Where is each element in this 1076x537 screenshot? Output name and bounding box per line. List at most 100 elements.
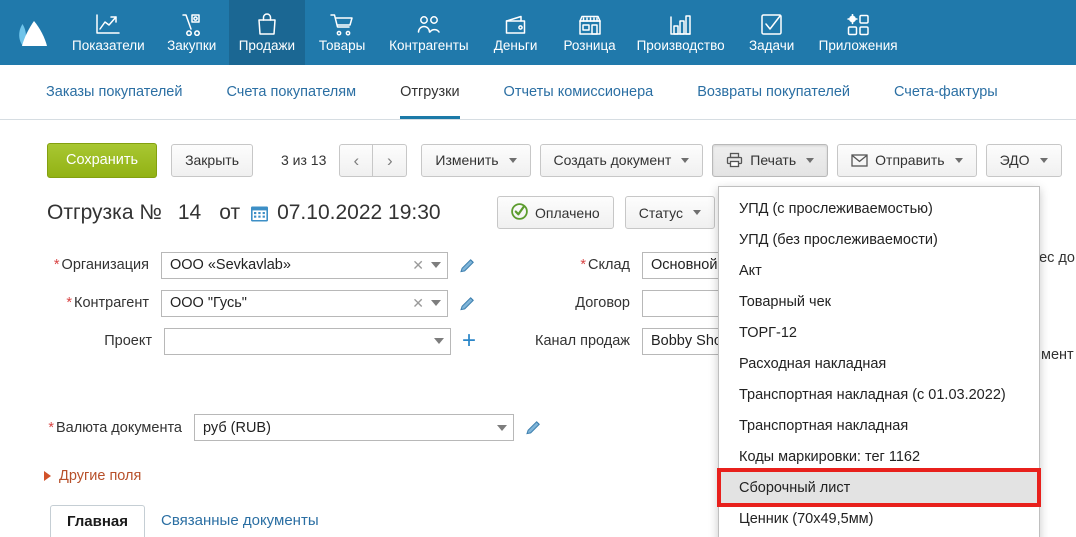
nav-item-7[interactable]: Розница [553,0,627,65]
edit-pencil-icon[interactable] [459,257,476,274]
nav-item-label: Розница [563,39,615,54]
nav-item-6[interactable]: Деньги [479,0,553,65]
currency-value: руб (RUB) [203,420,497,436]
document-status-row: Оплачено Статус [497,196,715,229]
change-menu-label: Изменить [435,152,498,168]
chevron-down-icon [1040,158,1048,163]
chevron-down-icon[interactable] [431,262,441,268]
nav-item-label: Закупки [167,39,216,54]
field-input[interactable] [164,328,451,355]
section-tab-3[interactable]: Отгрузки [378,65,481,119]
print-menu-item-label: Расходная накладная [739,356,886,372]
edo-label: ЭДО [1000,152,1030,168]
print-menu-item-6[interactable]: Расходная накладная [719,348,1039,379]
section-tab-6[interactable]: Счета-фактуры [872,65,1020,119]
top-navigation-bar: Показатели Закупки ПродажиТоварыКонтрагент… [0,0,1076,65]
print-menu-item-label: Транспортная накладная (с 01.03.2022) [739,387,1006,403]
shopping-bag-icon [255,10,279,36]
next-record-button[interactable]: › [373,144,407,177]
apps-grid-icon [847,10,870,36]
print-menu-item-1[interactable]: УПД (с прослеживаемостью) [719,193,1039,224]
print-button[interactable]: Печать [712,144,828,177]
field-control: ООО "Гусь"✕ [161,290,448,317]
nav-item-8[interactable]: Производство [627,0,735,65]
bottom-tabs: Главная Связанные документы [50,505,335,537]
wallet-icon [504,10,527,36]
edo-button[interactable]: ЭДО [986,144,1062,177]
document-datetime[interactable]: 07.10.2022 19:30 [277,201,441,225]
currency-label-text: Валюта документа [56,420,182,436]
section-tab-5[interactable]: Возвраты покупателей [675,65,872,119]
print-menu-item-8[interactable]: Транспортная накладная [719,410,1039,441]
field-label-text: Организация [62,257,149,273]
field-label-text: Склад [588,257,630,273]
nav-item-10[interactable]: Приложения [809,0,908,65]
printer-icon [726,152,743,168]
clear-icon[interactable]: ✕ [412,295,424,312]
status-button[interactable]: Статус [625,196,715,229]
print-menu-item-11[interactable]: Ценник (70x49,5мм) [719,503,1039,534]
nav-item-1[interactable]: Показатели [62,0,155,65]
print-menu-item-label: Товарный чек [739,294,831,310]
nav-item-3[interactable]: Продажи [229,0,305,65]
record-counter: 3 из 13 [281,152,326,168]
document-number[interactable]: 14 [178,201,201,225]
bottom-tab-2[interactable]: Связанные документы [145,505,335,537]
calendar-icon[interactable] [250,204,269,223]
form-row-3: Проект+ [36,322,476,360]
field-input[interactable]: ООО «Sevkavlab»✕ [161,252,448,279]
chevron-down-icon[interactable] [431,300,441,306]
previous-record-button[interactable]: ‹ [339,144,373,177]
chevron-down-icon [806,158,814,163]
top-nav-items: Показатели Закупки ПродажиТоварыКонтрагент… [62,0,1076,65]
currency-input[interactable]: руб (RUB) [194,414,514,441]
shopping-cart-icon [330,10,354,36]
section-tabs: Заказы покупателейСчета покупателямОтгру… [0,65,1076,120]
nav-item-2[interactable]: Закупки [155,0,229,65]
field-control [164,328,451,355]
nav-item-9[interactable]: Задачи [735,0,809,65]
print-menu-item-3[interactable]: Акт [719,255,1039,286]
section-tab-1[interactable]: Заказы покупателей [24,65,204,119]
section-tab-4[interactable]: Отчеты комиссионера [482,65,676,119]
bottom-tab-1[interactable]: Главная [50,505,145,537]
edit-currency-pencil-icon[interactable] [525,419,542,436]
hand-truck-icon [179,10,205,36]
section-tab-2[interactable]: Счета покупателям [204,65,378,119]
print-menu-item-5[interactable]: ТОРГ-12 [719,317,1039,348]
app-root: Показатели Закупки ПродажиТоварыКонтрагент… [0,0,1076,537]
document-header: Отгрузка № 14 от 07.10.2022 19:30 [47,193,441,233]
create-document-button[interactable]: Создать документ [540,144,704,177]
paid-badge[interactable]: Оплачено [497,196,614,229]
chevron-down-icon[interactable] [434,338,444,344]
chevron-down-icon [693,210,701,215]
close-button[interactable]: Закрыть [171,144,253,177]
print-menu-item-4[interactable]: Товарный чек [719,286,1039,317]
change-menu-button[interactable]: Изменить [421,144,530,177]
form-row-2: *КонтрагентООО "Гусь"✕ [36,284,476,322]
chevron-down-icon[interactable] [497,425,507,431]
print-menu-item-9[interactable]: Коды маркировки: тег 1162 [719,441,1039,472]
moysklad-logo[interactable] [0,0,62,65]
save-button[interactable]: Сохранить [47,143,157,178]
bottom-tab-label: Главная [67,513,128,530]
add-icon[interactable]: + [462,329,476,353]
send-button[interactable]: Отправить [837,144,976,177]
checkbox-icon [760,10,783,36]
form-row-1: *ОрганизацияООО «Sevkavlab»✕ [36,246,476,284]
print-menu-item-label: УПД (с прослеживаемостью) [739,201,933,217]
other-fields-toggle[interactable]: Другие поля [44,468,141,484]
print-menu-item-wrapper-3: Акт [719,255,1039,286]
edit-pencil-icon[interactable] [459,295,476,312]
required-marker: * [580,257,586,273]
nav-item-4[interactable]: Товары [305,0,379,65]
nav-item-label: Показатели [72,39,145,54]
chevron-right-icon: › [387,152,393,169]
print-menu-item-wrapper-10: Сборочный лист [719,472,1039,503]
nav-item-5[interactable]: Контрагенты [379,0,479,65]
field-input[interactable]: ООО "Гусь"✕ [161,290,448,317]
print-menu-item-10[interactable]: Сборочный лист [719,472,1039,503]
print-menu-item-2[interactable]: УПД (без прослеживаемости) [719,224,1039,255]
print-menu-item-7[interactable]: Транспортная накладная (с 01.03.2022) [719,379,1039,410]
clear-icon[interactable]: ✕ [412,257,424,274]
